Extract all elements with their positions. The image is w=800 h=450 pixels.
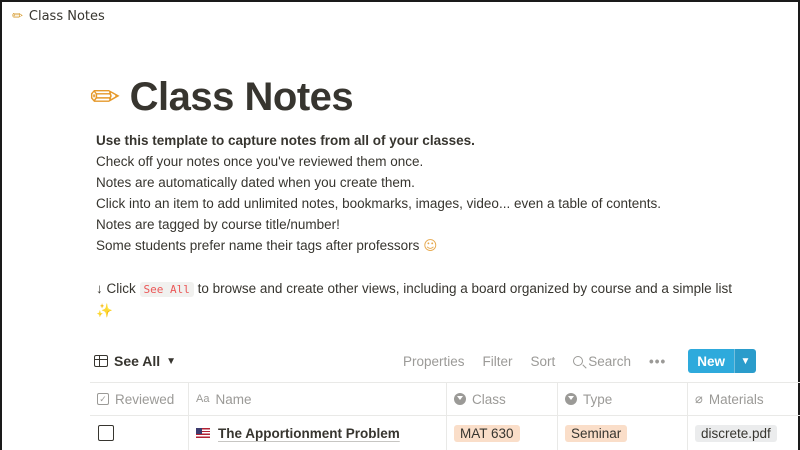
description-line: Check off your notes once you've reviewe… <box>96 154 424 169</box>
paperclip-icon: ⌀ <box>695 391 703 406</box>
person-shrugging-icon: ☺ <box>423 238 438 254</box>
search-icon <box>573 356 584 366</box>
column-label: Materials <box>708 391 764 407</box>
description-line: Notes are tagged by course title/number! <box>96 217 340 232</box>
search-button[interactable]: Search <box>573 354 631 369</box>
materials-cell[interactable]: discrete.pdf <box>688 416 800 450</box>
window-titlebar: ✏ Class Notes <box>12 6 105 26</box>
sort-button[interactable]: Sort <box>531 354 556 369</box>
column-header-type[interactable]: Type <box>558 383 688 415</box>
properties-button[interactable]: Properties <box>403 354 465 369</box>
column-label: Name <box>215 391 252 407</box>
select-icon <box>565 393 577 405</box>
row-name[interactable]: The Apportionment Problem <box>218 426 400 441</box>
more-options-button[interactable]: ••• <box>649 354 666 369</box>
pencil-icon: ✏ <box>12 8 23 24</box>
toolbar-actions: Properties Filter Sort Search ••• New ▼ <box>403 349 756 373</box>
search-label: Search <box>588 353 632 369</box>
page-title-text[interactable]: Class Notes <box>130 75 354 120</box>
sparkles-icon: ✨ <box>96 303 113 319</box>
description-line: Use this template to capture notes from … <box>96 133 475 148</box>
description-line: ↓ Click See All to browse and create oth… <box>96 278 776 300</box>
column-header-name[interactable]: Aa Name <box>189 383 447 415</box>
description-line: ✨ <box>96 300 776 322</box>
description-line-text: Some students prefer name their tags aft… <box>96 238 420 253</box>
us-flag-icon <box>196 428 210 438</box>
description-line: Some students prefer name their tags aft… <box>96 235 776 257</box>
class-tag: MAT 630 <box>454 424 520 442</box>
name-cell[interactable]: The Apportionment Problem <box>189 416 447 450</box>
column-label: Class <box>472 391 506 407</box>
page-description: Use this template to capture notes from … <box>96 130 776 322</box>
class-cell[interactable]: MAT 630 <box>447 416 558 450</box>
chevron-down-icon[interactable]: ▼ <box>734 349 756 373</box>
text-icon: Aa <box>196 393 210 405</box>
window-title: Class Notes <box>28 8 105 24</box>
chevron-down-icon: ▼ <box>166 355 177 367</box>
column-header-class[interactable]: Class <box>447 383 558 415</box>
column-header-reviewed[interactable]: ✓ Reviewed <box>90 383 189 415</box>
column-label: Type <box>583 391 613 407</box>
description-line: Notes are automatically dated when you c… <box>96 175 415 190</box>
select-icon <box>454 393 466 405</box>
table-row[interactable]: The Apportionment Problem MAT 630 Semina… <box>90 416 800 450</box>
type-tag: Seminar <box>565 424 628 442</box>
new-button[interactable]: New <box>688 349 734 373</box>
description-suffix: to browse and create other views, includ… <box>197 281 732 296</box>
checkbox-icon: ✓ <box>97 393 109 405</box>
filter-button[interactable]: Filter <box>483 354 513 369</box>
inline-code: See All <box>139 282 194 297</box>
description-line: Click into an item to add unlimited note… <box>96 196 662 211</box>
new-button-group: New ▼ <box>688 349 756 373</box>
view-label: See All <box>114 353 161 369</box>
view-selector[interactable]: See All ▼ <box>94 353 176 369</box>
database-table: ✓ Reviewed Aa Name Class Type ⌀ Material… <box>90 382 800 450</box>
reviewed-cell <box>90 416 189 450</box>
table-header: ✓ Reviewed Aa Name Class Type ⌀ Material… <box>90 382 800 416</box>
reviewed-checkbox[interactable] <box>98 425 114 441</box>
column-label: Reviewed <box>115 391 175 407</box>
file-attachment[interactable]: discrete.pdf <box>695 424 777 442</box>
description-prefix: ↓ Click <box>96 281 136 296</box>
table-icon <box>94 355 108 367</box>
pencil-icon[interactable]: ✏ <box>90 77 120 118</box>
column-header-materials[interactable]: ⌀ Materials <box>688 383 800 415</box>
database-toolbar: See All ▼ Properties Filter Sort Search … <box>94 348 756 374</box>
type-cell[interactable]: Seminar <box>558 416 688 450</box>
page-title: ✏ Class Notes <box>90 72 354 122</box>
